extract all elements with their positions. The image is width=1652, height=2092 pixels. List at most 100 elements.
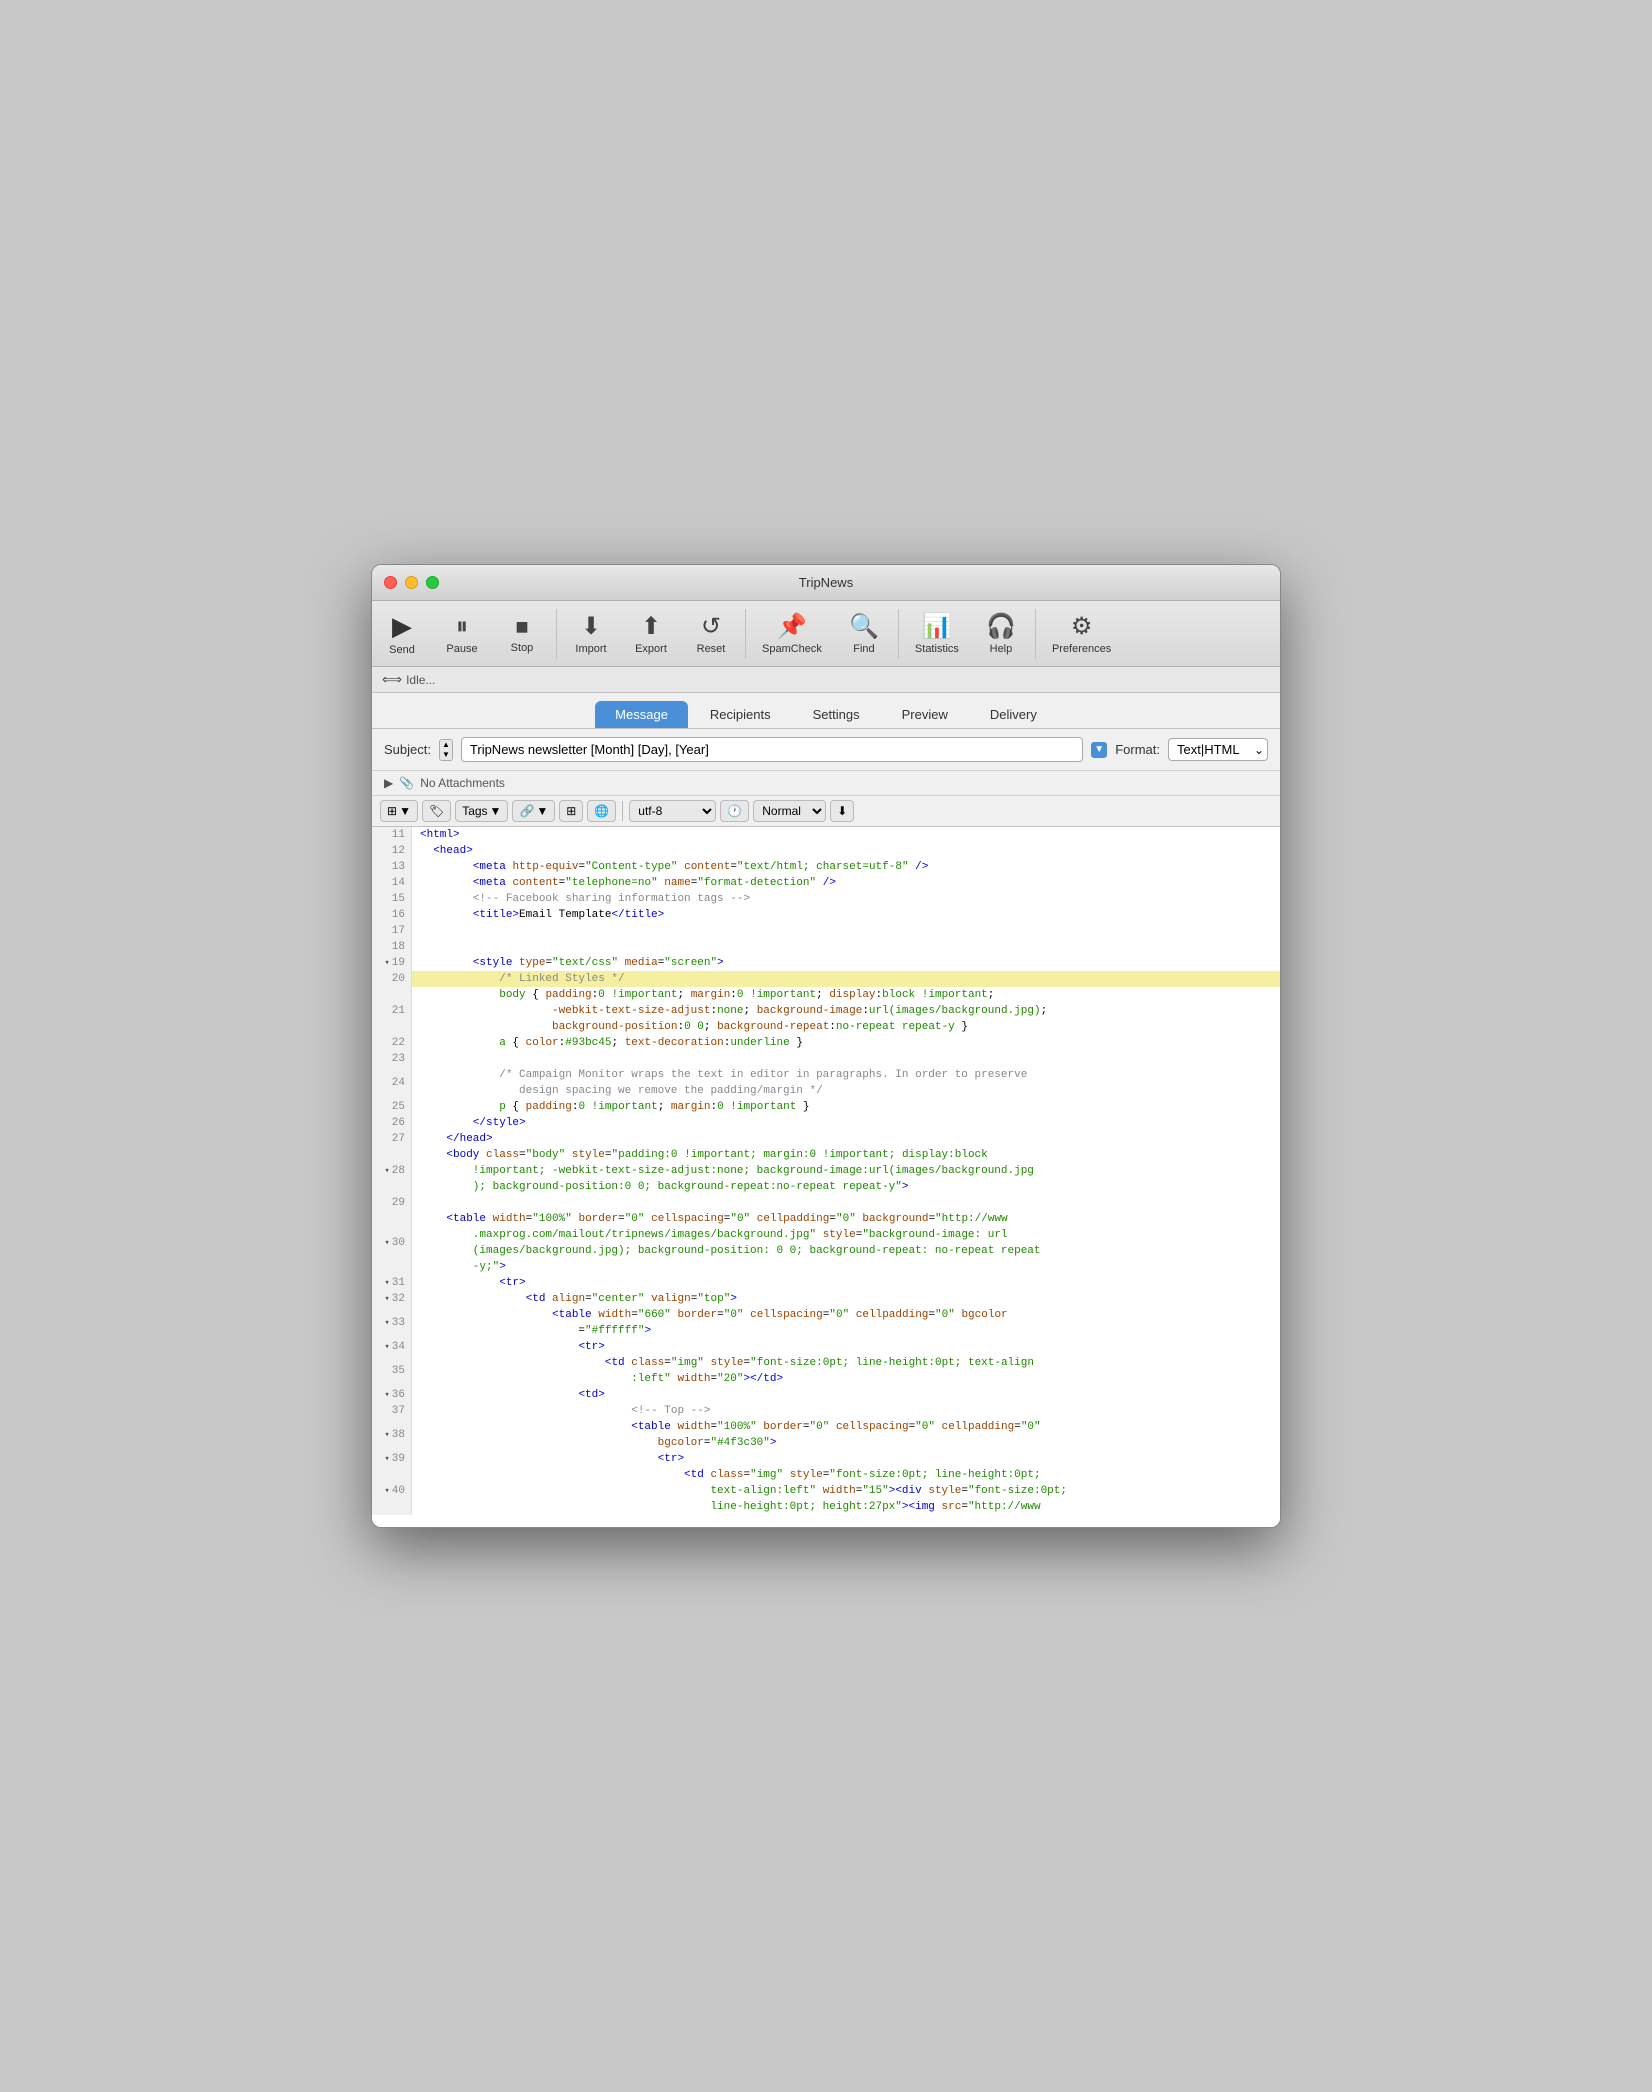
link-arrow-icon: ▼: [536, 804, 548, 818]
code-line-38: ▾38 <table width="100%" border="0" cells…: [372, 1419, 1280, 1451]
code-line-31: ▾31 <tr>: [372, 1275, 1280, 1291]
expand-arrow-icon: ▶: [384, 776, 393, 790]
line-num-12: 12: [372, 843, 412, 859]
export-icon: ⬆: [641, 612, 661, 641]
code-line-37: 37 <!-- Top -->: [372, 1403, 1280, 1419]
separator-1: [556, 609, 557, 659]
spamcheck-button[interactable]: 📌 SpamCheck: [750, 608, 834, 659]
line-num-35: 35: [372, 1355, 412, 1387]
code-line-36: ▾36 <td>: [372, 1387, 1280, 1403]
subject-stepper[interactable]: ▲ ▼: [439, 739, 453, 761]
line-content-34: <tr>: [412, 1339, 1280, 1355]
code-line-20: 20 /* Linked Styles */: [372, 971, 1280, 987]
send-icon: ▶: [392, 611, 412, 642]
attachments-row: ▶ 📎 No Attachments: [372, 771, 1280, 796]
code-line-21: 21 body { padding:0 !important; margin:0…: [372, 987, 1280, 1035]
tab-delivery[interactable]: Delivery: [970, 701, 1057, 728]
toolbar: ▶ Send ⏸ Pause ■ Stop ⬇ Import ⬆ Export …: [372, 601, 1280, 667]
preferences-button[interactable]: ⚙ Preferences: [1040, 608, 1123, 659]
line-num-17: 17: [372, 923, 412, 939]
code-line-39: ▾39 <tr>: [372, 1451, 1280, 1467]
link-button[interactable]: 🔗 ▼: [512, 800, 555, 822]
line-num-34: ▾34: [372, 1339, 412, 1355]
stop-icon: ■: [515, 614, 528, 640]
stop-button[interactable]: ■ Stop: [492, 610, 552, 658]
subject-dropdown-button[interactable]: ▼: [1091, 742, 1107, 758]
format-label: Format:: [1115, 742, 1160, 757]
line-num-11: 11: [372, 827, 412, 843]
find-icon: 🔍: [849, 612, 879, 641]
line-content-40: <td class="img" style="font-size:0pt; li…: [412, 1467, 1280, 1515]
line-content-13: <meta http-equiv="Content-type" content=…: [412, 859, 1280, 875]
line-content-22: a { color:#93bc45; text-decoration:under…: [412, 1035, 1280, 1051]
line-num-39: ▾39: [372, 1451, 412, 1467]
tab-recipients[interactable]: Recipients: [690, 701, 791, 728]
code-line-15: 15 <!-- Facebook sharing information tag…: [372, 891, 1280, 907]
send-button[interactable]: ▶ Send: [372, 607, 432, 660]
code-line-34: ▾34 <tr>: [372, 1339, 1280, 1355]
code-editor[interactable]: 11 <html> 12 <head> 13 <meta http-equiv=…: [372, 827, 1280, 1527]
find-button[interactable]: 🔍 Find: [834, 608, 894, 659]
line-content-25: p { padding:0 !important; margin:0 !impo…: [412, 1099, 1280, 1115]
reset-icon: ↺: [701, 612, 721, 641]
history-button[interactable]: 🕐: [720, 800, 749, 822]
line-num-21: 21: [372, 987, 412, 1035]
line-content-17: [412, 923, 1280, 939]
tag-button[interactable]: 🏷: [422, 800, 451, 822]
line-content-15: <!-- Facebook sharing information tags -…: [412, 891, 1280, 907]
structure-button[interactable]: ⊞: [559, 800, 583, 822]
import-label: Import: [575, 643, 606, 655]
subject-input[interactable]: [461, 737, 1083, 762]
window-title: TripNews: [799, 575, 853, 590]
line-num-18: 18: [372, 939, 412, 955]
mode-select[interactable]: Normal Preview Source: [753, 800, 826, 822]
pause-button[interactable]: ⏸ Pause: [432, 609, 492, 659]
code-line-23: 23: [372, 1051, 1280, 1067]
stepper-up[interactable]: ▲: [440, 740, 452, 750]
stepper-down[interactable]: ▼: [440, 750, 452, 760]
globe-button[interactable]: 🌐: [587, 800, 616, 822]
import-icon: ⬇: [581, 612, 601, 641]
download-button[interactable]: ⬇: [830, 800, 854, 822]
close-button[interactable]: [384, 576, 397, 589]
structure-icon: ⊞: [566, 804, 576, 818]
maximize-button[interactable]: [426, 576, 439, 589]
history-icon: 🕐: [727, 804, 742, 818]
import-button[interactable]: ⬇ Import: [561, 608, 621, 659]
encoding-select[interactable]: utf-8 iso-8859-1: [629, 800, 716, 822]
reset-button[interactable]: ↺ Reset: [681, 608, 741, 659]
help-button[interactable]: 🎧 Help: [971, 608, 1031, 659]
line-content-18: [412, 939, 1280, 955]
line-num-27: 27: [372, 1131, 412, 1147]
statistics-button[interactable]: 📊 Statistics: [903, 608, 971, 659]
dropdown-icon-small: ▼: [399, 804, 411, 818]
status-arrow-icon: ⟺: [382, 671, 402, 688]
link-icon: 🔗: [519, 804, 534, 818]
download-icon: ⬇: [837, 804, 847, 818]
send-label: Send: [389, 644, 415, 656]
tab-preview[interactable]: Preview: [882, 701, 968, 728]
view-mode-button[interactable]: ⊞ ▼: [380, 800, 418, 822]
line-num-31: ▾31: [372, 1275, 412, 1291]
export-button[interactable]: ⬆ Export: [621, 608, 681, 659]
code-line-35: 35 <td class="img" style="font-size:0pt;…: [372, 1355, 1280, 1387]
code-line-25: 25 p { padding:0 !important; margin:0 !i…: [372, 1099, 1280, 1115]
tab-message[interactable]: Message: [595, 701, 688, 728]
pause-label: Pause: [446, 643, 477, 655]
tabs-bar: Message Recipients Settings Preview Deli…: [372, 693, 1280, 729]
line-content-37: <!-- Top -->: [412, 1403, 1280, 1419]
format-select[interactable]: Text|HTML Text Only HTML Only: [1168, 738, 1268, 761]
line-num-24: 24: [372, 1067, 412, 1099]
tag-icon: 🏷: [429, 804, 444, 818]
subject-row: Subject: ▲ ▼ ▼ Format: Text|HTML Text On…: [372, 729, 1280, 771]
code-line-32: ▾32 <td align="center" valign="top">: [372, 1291, 1280, 1307]
tab-settings[interactable]: Settings: [793, 701, 880, 728]
code-line-16: 16 <title>Email Template</title>: [372, 907, 1280, 923]
minimize-button[interactable]: [405, 576, 418, 589]
export-label: Export: [635, 643, 667, 655]
line-num-16: 16: [372, 907, 412, 923]
code-line-12: 12 <head>: [372, 843, 1280, 859]
line-content-30: <table width="100%" border="0" cellspaci…: [412, 1211, 1280, 1275]
tags-dropdown[interactable]: Tags ▼: [455, 800, 508, 822]
code-line-19: ▾19 <style type="text/css" media="screen…: [372, 955, 1280, 971]
